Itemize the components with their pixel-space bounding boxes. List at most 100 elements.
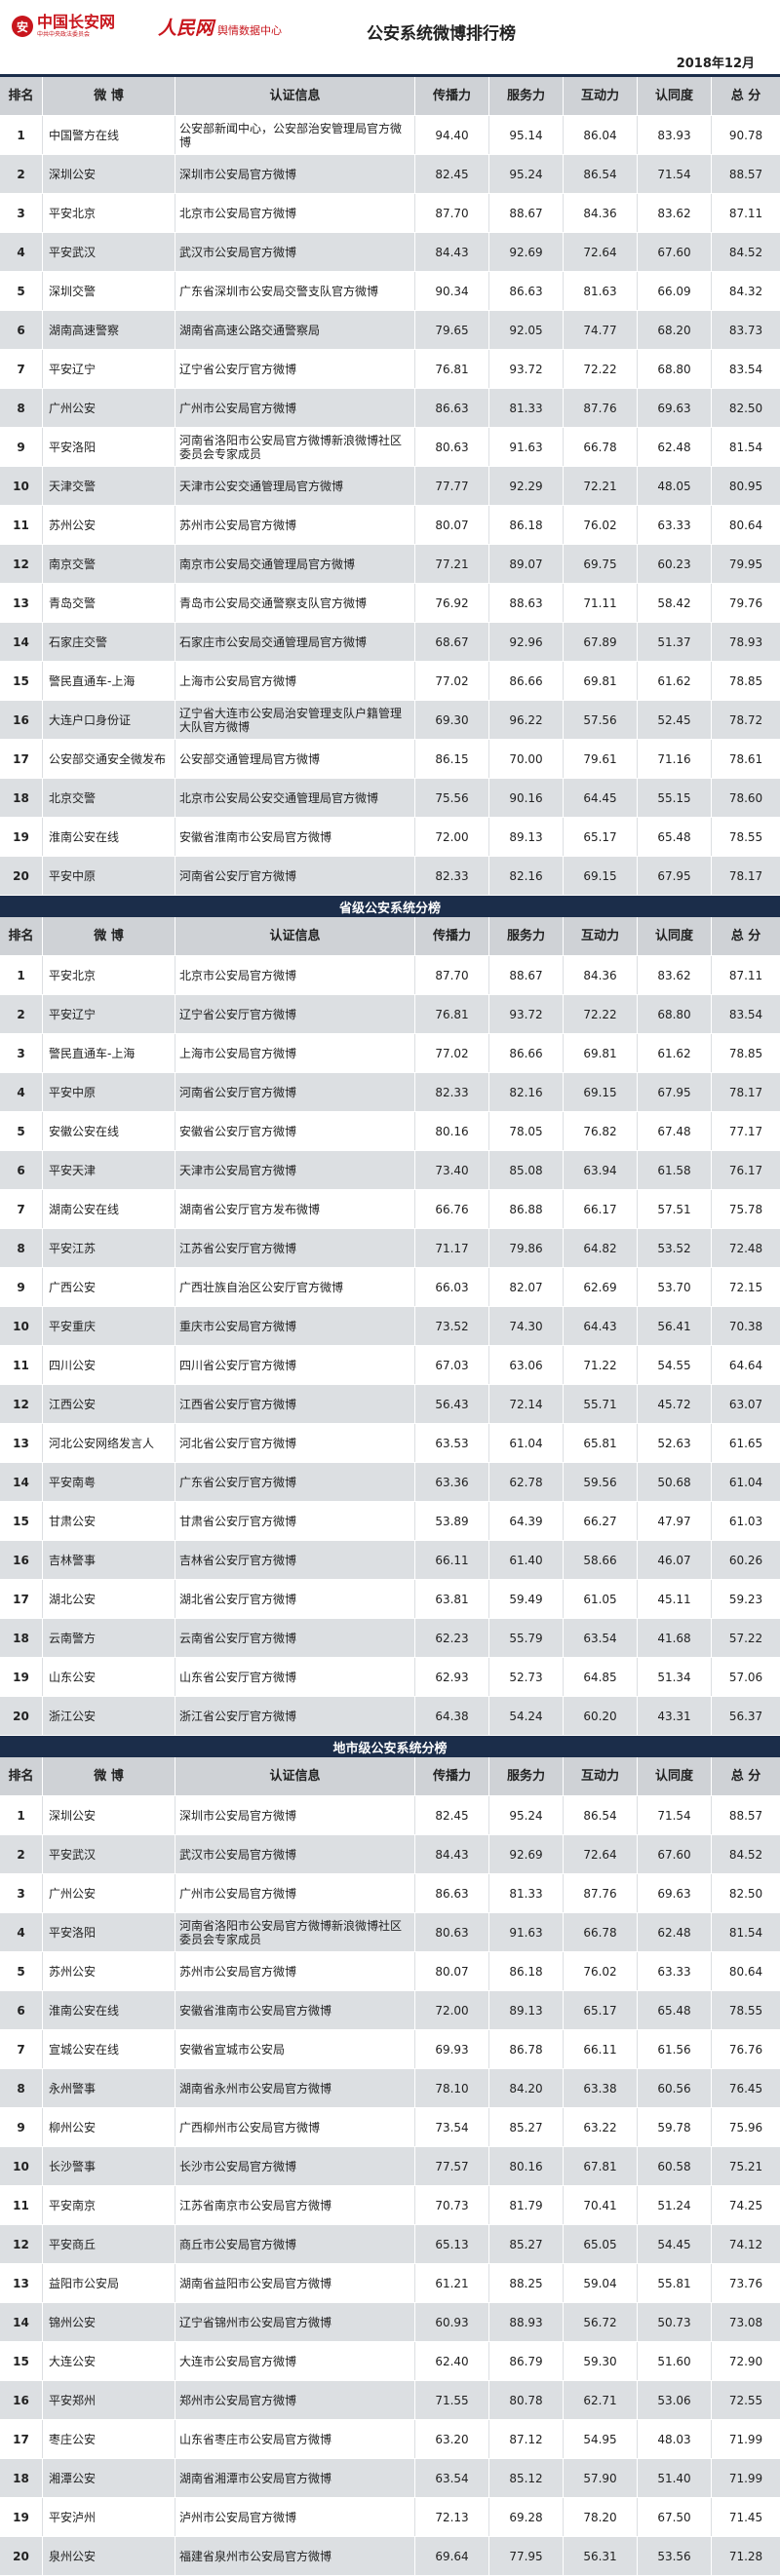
cell-approval: 57.51 [638, 1190, 712, 1228]
cell-spread: 72.00 [415, 1991, 489, 2029]
cell-rank: 15 [0, 1502, 43, 1540]
cell-weibo: 湘潭公安 [43, 2459, 176, 2497]
cell-service: 93.72 [489, 350, 564, 388]
table-row: 1 平安北京 北京市公安局官方微博 87.70 88.67 84.36 83.62 87.11 [0, 956, 780, 995]
cell-service: 91.63 [489, 1913, 564, 1951]
cell-service: 72.14 [489, 1385, 564, 1423]
cell-spread: 72.00 [415, 818, 489, 856]
cell-weibo: 大连户口身份证 [43, 701, 176, 739]
cell-spread: 62.93 [415, 1658, 489, 1696]
cell-rank: 5 [0, 1952, 43, 1990]
cell-rank: 4 [0, 233, 43, 271]
cell-total: 71.45 [728, 2510, 763, 2524]
cell-total: 75.96 [728, 2120, 763, 2134]
cell-weibo: 平安重庆 [43, 1307, 176, 1345]
cell-cert: 上海市公安局官方微博 [176, 1034, 415, 1072]
cell-weibo: 河北公安网络发言人 [43, 1424, 176, 1462]
column-header-service: 服务力 [489, 1757, 564, 1795]
cell-total: 84.32 [728, 284, 763, 298]
cell-rank: 19 [0, 1658, 43, 1696]
cell-approval: 63.33 [638, 506, 712, 544]
cell-spread: 77.77 [415, 467, 489, 505]
cell-interact: 81.63 [564, 272, 638, 310]
cell-interact: 84.36 [564, 194, 638, 232]
cell-service: 86.63 [489, 272, 564, 310]
cell-cert: 商丘市公安局官方微博 [176, 2225, 415, 2263]
cell-service: 74.30 [489, 1307, 564, 1345]
cell-spread: 60.93 [415, 2303, 489, 2341]
cell-weibo: 安徽公安在线 [43, 1112, 176, 1150]
table-row: 10 天津交警 天津市公安交通管理局官方微博 77.77 92.29 72.21 48.05… [0, 467, 780, 506]
table-row: 13 青岛交警 青岛市公安局交通警察支队官方微博 76.92 88.63 71.11 58.… [0, 584, 780, 623]
cell-total: 79.95 [728, 557, 763, 571]
site-name: 中国长安网 [37, 13, 116, 31]
column-header-total: 总 分 [730, 928, 761, 943]
table-row: 3 平安北京 北京市公安局官方微博 87.70 88.67 84.36 83.62 87.11 [0, 194, 780, 233]
cell-weibo: 广西公安 [43, 1268, 176, 1306]
cell-total: 87.11 [728, 206, 763, 220]
column-header-spread: 传播力 [415, 1757, 489, 1795]
cell-weibo: 平安南京 [43, 2186, 176, 2224]
cell-rank: 2 [0, 155, 43, 193]
cell-service: 70.00 [489, 740, 564, 778]
cell-total: 74.25 [728, 2198, 763, 2212]
cell-cert: 辽宁省锦州市公安局官方微博 [176, 2303, 415, 2341]
cell-spread: 84.43 [415, 1835, 489, 1873]
cell-approval: 62.48 [638, 1913, 712, 1951]
cell-service: 52.73 [489, 1658, 564, 1696]
cell-rank: 8 [0, 1229, 43, 1267]
section-title: 地市级公安系统分榜 [0, 1736, 780, 1757]
cell-rank: 15 [0, 2342, 43, 2380]
cell-weibo: 公安部交通安全微发布 [43, 740, 176, 778]
cell-cert: 湖南省公安厅官方发布微博 [176, 1190, 415, 1228]
cell-service: 82.07 [489, 1268, 564, 1306]
cell-service: 64.39 [489, 1502, 564, 1540]
cell-total: 78.72 [728, 712, 763, 727]
cell-service: 92.69 [489, 233, 564, 271]
cell-cert: 湖南省永州市公安局官方微博 [176, 2069, 415, 2107]
cell-rank: 3 [0, 1034, 43, 1072]
table-row: 10 平安重庆 重庆市公安局官方微博 73.52 74.30 64.43 56.41 70.3… [0, 1307, 780, 1346]
cell-total: 72.48 [728, 1241, 763, 1255]
cell-interact: 67.81 [564, 2147, 638, 2185]
cell-interact: 72.64 [564, 1835, 638, 1873]
cell-total: 59.23 [728, 1592, 763, 1606]
site-sub: 中共中央政法委员会 [37, 31, 91, 38]
cell-weibo: 平安洛阳 [43, 428, 176, 466]
cell-interact: 69.81 [564, 1034, 638, 1072]
cell-service: 88.63 [489, 584, 564, 622]
cell-weibo: 警民直通车-上海 [43, 662, 176, 700]
cell-interact: 66.27 [564, 1502, 638, 1540]
cell-interact: 70.41 [564, 2186, 638, 2224]
cell-spread: 86.63 [415, 389, 489, 427]
cell-spread: 84.43 [415, 233, 489, 271]
page-header: 安 中国长安网 中共中央政法委员会 人民网 舆情数据中心 公安系统微博排行榜 2… [0, 0, 780, 77]
cell-service: 86.18 [489, 1952, 564, 1990]
cell-cert: 大连市公安局官方微博 [176, 2342, 415, 2380]
cell-total: 88.57 [728, 167, 763, 181]
cell-cert: 江苏省南京市公安局官方微博 [176, 2186, 415, 2224]
cell-weibo: 北京交警 [43, 779, 176, 817]
cell-service: 88.93 [489, 2303, 564, 2341]
cell-cert: 泸州市公安局官方微博 [176, 2498, 415, 2536]
cell-total: 88.57 [728, 1808, 763, 1823]
column-header-cert: 认证信息 [176, 1757, 415, 1795]
cell-rank: 18 [0, 2459, 43, 2497]
cell-total: 80.64 [728, 518, 763, 532]
cell-total: 78.55 [728, 2003, 763, 2018]
cell-approval: 61.58 [638, 1151, 712, 1189]
cell-spread: 80.07 [415, 506, 489, 544]
cell-interact: 63.38 [564, 2069, 638, 2107]
cell-interact: 71.11 [564, 584, 638, 622]
cell-weibo: 平安泸州 [43, 2498, 176, 2536]
cell-total: 72.15 [728, 1280, 763, 1294]
cell-total: 82.50 [728, 1886, 763, 1901]
cell-weibo: 江西公安 [43, 1385, 176, 1423]
cell-approval: 51.34 [638, 1658, 712, 1696]
cell-approval: 48.03 [638, 2420, 712, 2458]
cell-approval: 67.60 [638, 233, 712, 271]
cell-service: 95.14 [489, 116, 564, 154]
cell-approval: 67.60 [638, 1835, 712, 1873]
cell-cert: 天津市公安局官方微博 [176, 1151, 415, 1189]
cell-total: 74.12 [728, 2237, 763, 2251]
